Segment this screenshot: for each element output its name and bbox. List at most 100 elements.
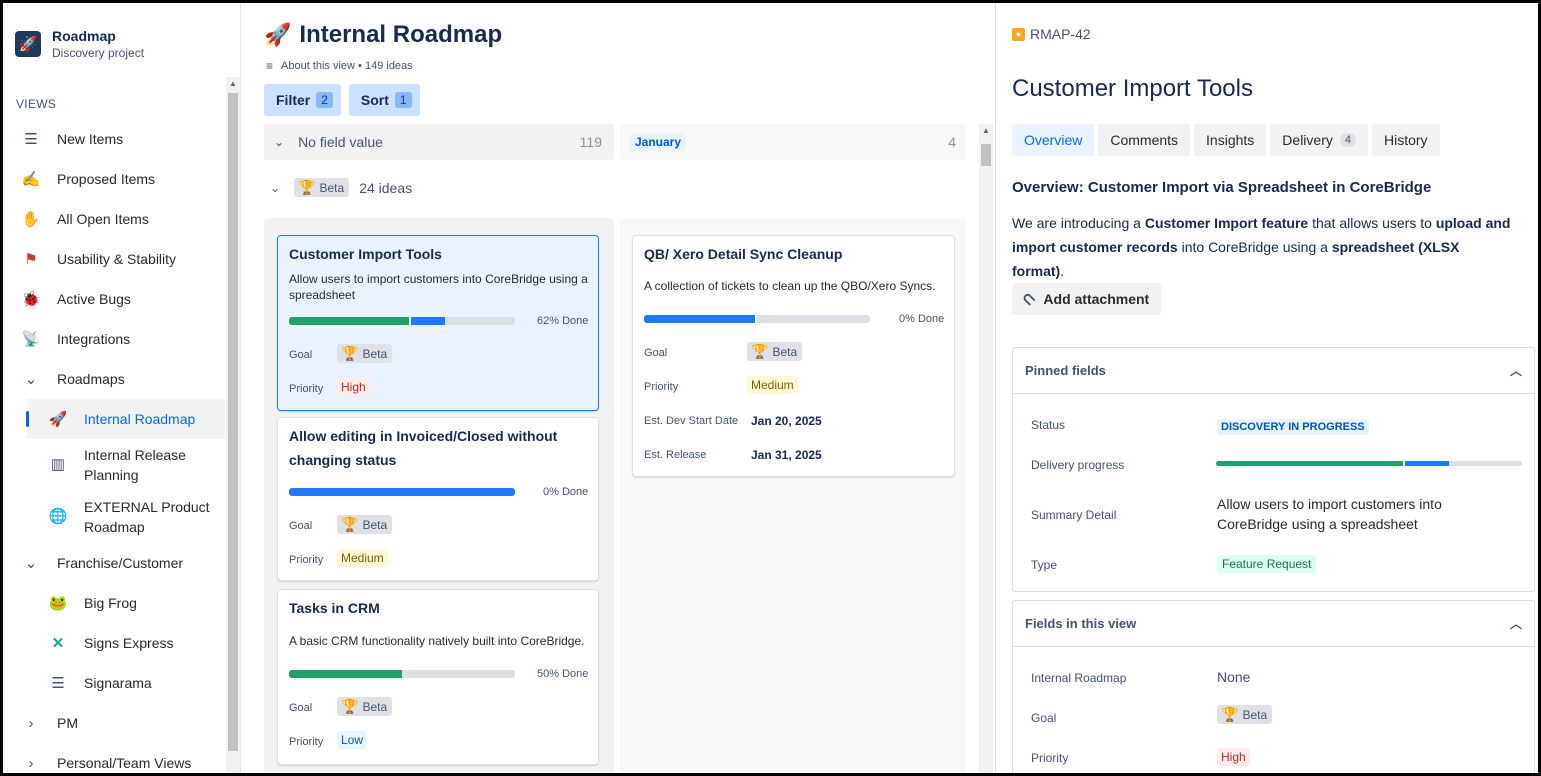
priority-lozenge: High xyxy=(337,378,370,396)
sidebar-item-new-items[interactable]: ☰ New Items xyxy=(3,119,225,159)
project-header[interactable]: 🚀 Roadmap Discovery project xyxy=(3,3,240,63)
goal-chip-label: Beta xyxy=(1242,707,1268,722)
page-title-text: Internal Roadmap xyxy=(299,21,503,48)
goal-chip: 🏆 Beta xyxy=(1217,705,1273,724)
chevron-right-icon: › xyxy=(28,714,34,732)
rocket-icon: 🚀 xyxy=(264,22,292,47)
tab-insights[interactable]: Insights xyxy=(1194,124,1267,156)
progress-done-segment xyxy=(1216,461,1403,466)
progress-percent: 62% Done xyxy=(537,315,589,327)
trophy-icon: 🏆 xyxy=(341,698,359,714)
sidebar-item-all-open-items[interactable]: ✋ All Open Items xyxy=(3,199,225,239)
scroll-up-arrow-icon[interactable]: ▲ xyxy=(982,126,990,135)
sidebar-item-label: Signs Express xyxy=(84,635,174,651)
tab-label: Delivery xyxy=(1282,132,1333,148)
status-value[interactable]: DISCOVERY IN PROGRESS xyxy=(1217,417,1369,435)
tab-history[interactable]: History xyxy=(1372,124,1440,156)
tab-label: Comments xyxy=(1110,132,1179,148)
chevron-down-icon: ⌄ xyxy=(24,371,38,388)
sidebar-item-external-product-roadmap[interactable]: 🌐 EXTERNAL Product Roadmap xyxy=(3,491,225,543)
idea-card[interactable]: Customer Import Tools Allow users to imp… xyxy=(277,235,599,411)
sidebar-section-roadmaps[interactable]: ⌄ Roadmaps xyxy=(3,359,225,399)
main-board: 🚀 Internal Roadmap ≡ About this view • 1… xyxy=(242,3,994,773)
add-attachment-label: Add attachment xyxy=(1043,291,1150,307)
sidebar-section-personal-team-views[interactable]: › Personal/Team Views xyxy=(3,743,225,773)
rocket-icon: 🚀 xyxy=(15,31,41,57)
internal-roadmap-value[interactable]: None xyxy=(1217,669,1250,685)
idea-card[interactable]: Allow editing in Invoiced/Closed without… xyxy=(277,417,599,581)
sidebar-item-internal-release-planning[interactable]: ▥ Internal Release Planning xyxy=(3,439,225,491)
overview-paragraph[interactable]: We are introducing a Customer Import fea… xyxy=(1012,211,1512,283)
red-flag-icon: ⚑ xyxy=(24,251,38,268)
goal-value[interactable]: 🏆 Beta xyxy=(1217,705,1273,724)
tab-comments[interactable]: Comments xyxy=(1098,124,1191,156)
status-lozenge: DISCOVERY IN PROGRESS xyxy=(1217,419,1369,435)
sidebar-item-proposed-items[interactable]: ✍ Proposed Items xyxy=(3,159,225,199)
card-description: Allow users to import customers into Cor… xyxy=(289,272,588,302)
progress-done-segment xyxy=(289,670,402,678)
sort-button[interactable]: Sort 1 xyxy=(348,84,420,116)
idea-card[interactable]: QB/ Xero Detail Sync Cleanup A collectio… xyxy=(632,235,955,477)
sidebar-item-label: Integrations xyxy=(57,331,131,347)
goal-chip-label: Beta xyxy=(319,180,345,195)
swimlane-header-beta[interactable]: ⌄ 🏆 Beta 24 ideas xyxy=(264,178,412,197)
fields-in-view-header[interactable]: Fields in this view ︿ xyxy=(1013,601,1534,647)
goal-chip: 🏆 Beta xyxy=(337,515,393,534)
tab-label: History xyxy=(1384,132,1428,148)
goal-label: Goal xyxy=(1031,711,1057,725)
priority-label: Priority xyxy=(289,383,324,395)
sidebar-section-pm[interactable]: › PM xyxy=(3,703,225,743)
sidebar-item-internal-roadmap[interactable]: 🚀 Internal Roadmap xyxy=(26,399,225,439)
section-title: Pinned fields xyxy=(1025,363,1106,378)
overview-bold-text: Customer Import feature xyxy=(1144,215,1309,231)
idea-card[interactable]: Tasks in CRM A basic CRM functionality n… xyxy=(277,589,599,765)
sidebar-section-franchise-customer[interactable]: ⌄ Franchise/Customer xyxy=(3,543,225,583)
views-heading: VIEWS xyxy=(16,97,57,111)
chevron-down-icon: ⌄ xyxy=(270,180,281,195)
sidebar-item-signarama[interactable]: ☰ Signarama xyxy=(3,663,225,703)
delivery-progress-label: Delivery progress xyxy=(1031,458,1125,472)
sidebar-scroll-thumb[interactable] xyxy=(228,93,238,751)
writing-hand-icon: ✍ xyxy=(21,171,41,188)
priority-value[interactable]: High xyxy=(1217,748,1250,766)
about-view-link[interactable]: ≡ About this view • 149 ideas xyxy=(266,59,413,73)
sidebar: 🚀 Roadmap Discovery project VIEWS ☰ New … xyxy=(3,3,241,773)
bug-icon: 🐞 xyxy=(21,291,41,308)
column-header-no-field-value[interactable]: ⌄ No field value 119 xyxy=(264,124,614,160)
fields-in-view-section: Fields in this view ︿ Internal Roadmap N… xyxy=(1012,600,1535,773)
chevron-down-icon: ⌄ xyxy=(24,555,38,572)
board-scroll-thumb[interactable] xyxy=(981,144,991,166)
trophy-icon: 🏆 xyxy=(341,516,359,532)
sidebar-item-active-bugs[interactable]: 🐞 Active Bugs xyxy=(3,279,225,319)
goal-chip: 🏆 Beta xyxy=(337,697,393,716)
goal-value: 🏆 Beta xyxy=(337,515,393,534)
scroll-up-arrow-icon[interactable]: ▲ xyxy=(229,79,237,88)
issue-key: RMAP-42 xyxy=(1030,26,1091,42)
progress-done-segment xyxy=(289,317,409,325)
sidebar-item-signs-express[interactable]: ✕ Signs Express xyxy=(3,623,225,663)
overview-text: that allows users to xyxy=(1308,215,1436,231)
filter-button[interactable]: Filter 2 xyxy=(264,84,341,116)
priority-value: High xyxy=(337,378,370,396)
idea-title[interactable]: Customer Import Tools xyxy=(1012,75,1253,103)
tab-delivery[interactable]: Delivery 4 xyxy=(1270,124,1368,156)
goal-chip-label: Beta xyxy=(772,344,798,359)
sidebar-item-label: Big Frog xyxy=(84,595,137,611)
chevron-right-icon: › xyxy=(28,754,34,772)
signs-express-logo-icon: ✕ xyxy=(51,635,65,652)
issue-key-link[interactable]: ● RMAP-42 xyxy=(1012,26,1091,42)
summary-detail-label: Summary Detail xyxy=(1031,508,1117,522)
summary-detail-value[interactable]: Allow users to import customers into Cor… xyxy=(1217,494,1467,534)
tab-overview[interactable]: Overview xyxy=(1012,124,1095,156)
sidebar-item-big-frog[interactable]: 🐸 Big Frog xyxy=(3,583,225,623)
type-value[interactable]: Feature Request xyxy=(1217,555,1317,573)
sidebar-item-usability-stability[interactable]: ⚑ Usability & Stability xyxy=(3,239,225,279)
tab-label: Insights xyxy=(1206,132,1255,148)
list-icon: ☰ xyxy=(24,131,38,148)
add-attachment-button[interactable]: ⊂ Add attachment xyxy=(1012,283,1162,315)
board-scrollbar[interactable] xyxy=(979,124,993,773)
est-release-label: Est. Release xyxy=(644,449,707,461)
pinned-fields-header[interactable]: Pinned fields ︿ xyxy=(1013,348,1534,394)
sidebar-item-integrations[interactable]: 📡 Integrations xyxy=(3,319,225,359)
column-header-january[interactable]: January 4 xyxy=(620,124,966,160)
